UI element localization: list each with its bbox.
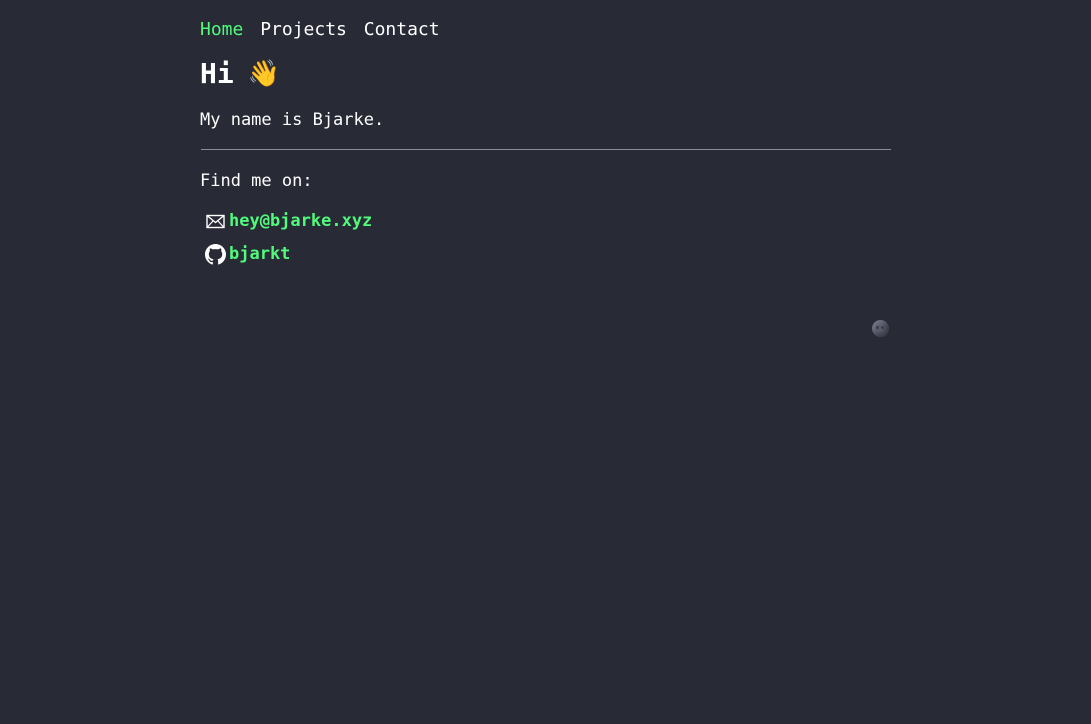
intro-text: My name is Bjarke.: [200, 110, 385, 130]
page-container: Home Projects Contact Hi 👋 My name is Bj…: [200, 0, 891, 337]
find-me-heading: Find me on:: [200, 171, 313, 191]
github-link[interactable]: bjarkt: [229, 242, 290, 266]
email-link[interactable]: hey@bjarke.xyz: [229, 209, 372, 233]
waving-hand-icon: 👋: [247, 59, 281, 89]
contact-link-item-email: hey@bjarke.xyz: [200, 209, 891, 233]
nav-projects-link[interactable]: Projects: [260, 19, 347, 40]
heading-text: Hi: [200, 57, 234, 90]
divider: [201, 149, 891, 150]
contact-link-item-github: bjarkt: [200, 242, 891, 266]
nav-home-link[interactable]: Home: [200, 19, 243, 40]
main-nav: Home Projects Contact: [200, 18, 891, 42]
theme-toggle-moon-icon[interactable]: [872, 320, 889, 337]
mail-icon: [204, 210, 226, 232]
nav-contact-link[interactable]: Contact: [364, 19, 440, 40]
contact-links-list: hey@bjarke.xyz bjarkt: [200, 209, 891, 266]
page-heading: Hi 👋: [200, 56, 891, 92]
github-icon: [204, 243, 226, 265]
